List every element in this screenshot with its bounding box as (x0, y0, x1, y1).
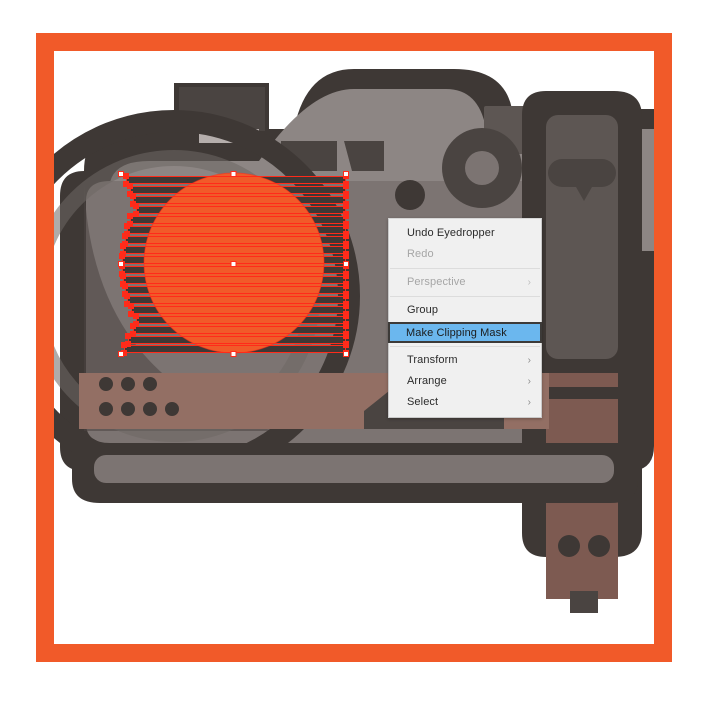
poster-frame-right (654, 33, 672, 662)
menu-item-undo-eyedropper[interactable]: Undo Eyedropper (389, 223, 541, 244)
menu-item-arrange[interactable]: Arrange › (389, 371, 541, 392)
menu-item-transform[interactable]: Transform › (389, 350, 541, 371)
leather-dot-b1 (99, 402, 113, 416)
mode-dial-center[interactable] (465, 151, 499, 185)
leather-dot-a1 (99, 377, 113, 391)
submenu-arrow-icon: › (527, 355, 531, 366)
poster-frame-bottom (36, 644, 672, 662)
menu-item-label: Perspective (407, 276, 466, 288)
menu-item-label: Arrange (407, 375, 447, 387)
shutter-button[interactable] (395, 180, 425, 210)
dslr-camera-illustration[interactable] (54, 51, 654, 644)
leather-dot-b2 (121, 402, 135, 416)
menu-item-label: Undo Eyedropper (407, 227, 495, 239)
menu-separator (390, 268, 540, 269)
camera-base-strip (94, 455, 614, 483)
leather-dot-a2 (121, 377, 135, 391)
right-click-context-menu[interactable]: Undo Eyedropper Redo Perspective › Group Make… (388, 218, 542, 418)
right-grip-upper-panel (546, 115, 618, 359)
submenu-arrow-icon: › (527, 397, 531, 408)
menu-separator (390, 346, 540, 347)
menu-item-select[interactable]: Select › (389, 392, 541, 413)
grip-dot-1 (558, 535, 580, 557)
grip-strip (546, 373, 618, 387)
menu-item-label: Redo (407, 248, 434, 260)
menu-item-perspective: Perspective › (389, 272, 541, 293)
menu-item-make-clipping-mask[interactable]: Make Clipping Mask (388, 322, 542, 343)
submenu-arrow-icon: › (527, 277, 531, 288)
menu-item-label: Make Clipping Mask (406, 327, 507, 339)
grip-tripod-notch (570, 591, 598, 613)
submenu-arrow-icon: › (527, 376, 531, 387)
leather-dot-a3 (143, 377, 157, 391)
leather-dot-b4 (165, 402, 179, 416)
menu-item-redo: Redo (389, 244, 541, 265)
leather-dot-b3 (143, 402, 157, 416)
grip-dot-2 (588, 535, 610, 557)
menu-item-label: Group (407, 304, 439, 316)
editor-canvas: Undo Eyedropper Redo Perspective › Group Make… (0, 0, 705, 705)
menu-item-group[interactable]: Group (389, 300, 541, 321)
menu-item-label: Select (407, 396, 439, 408)
menu-separator (390, 296, 540, 297)
menu-item-label: Transform (407, 354, 458, 366)
poster-frame-left (36, 33, 54, 662)
poster-frame-top (36, 33, 672, 51)
